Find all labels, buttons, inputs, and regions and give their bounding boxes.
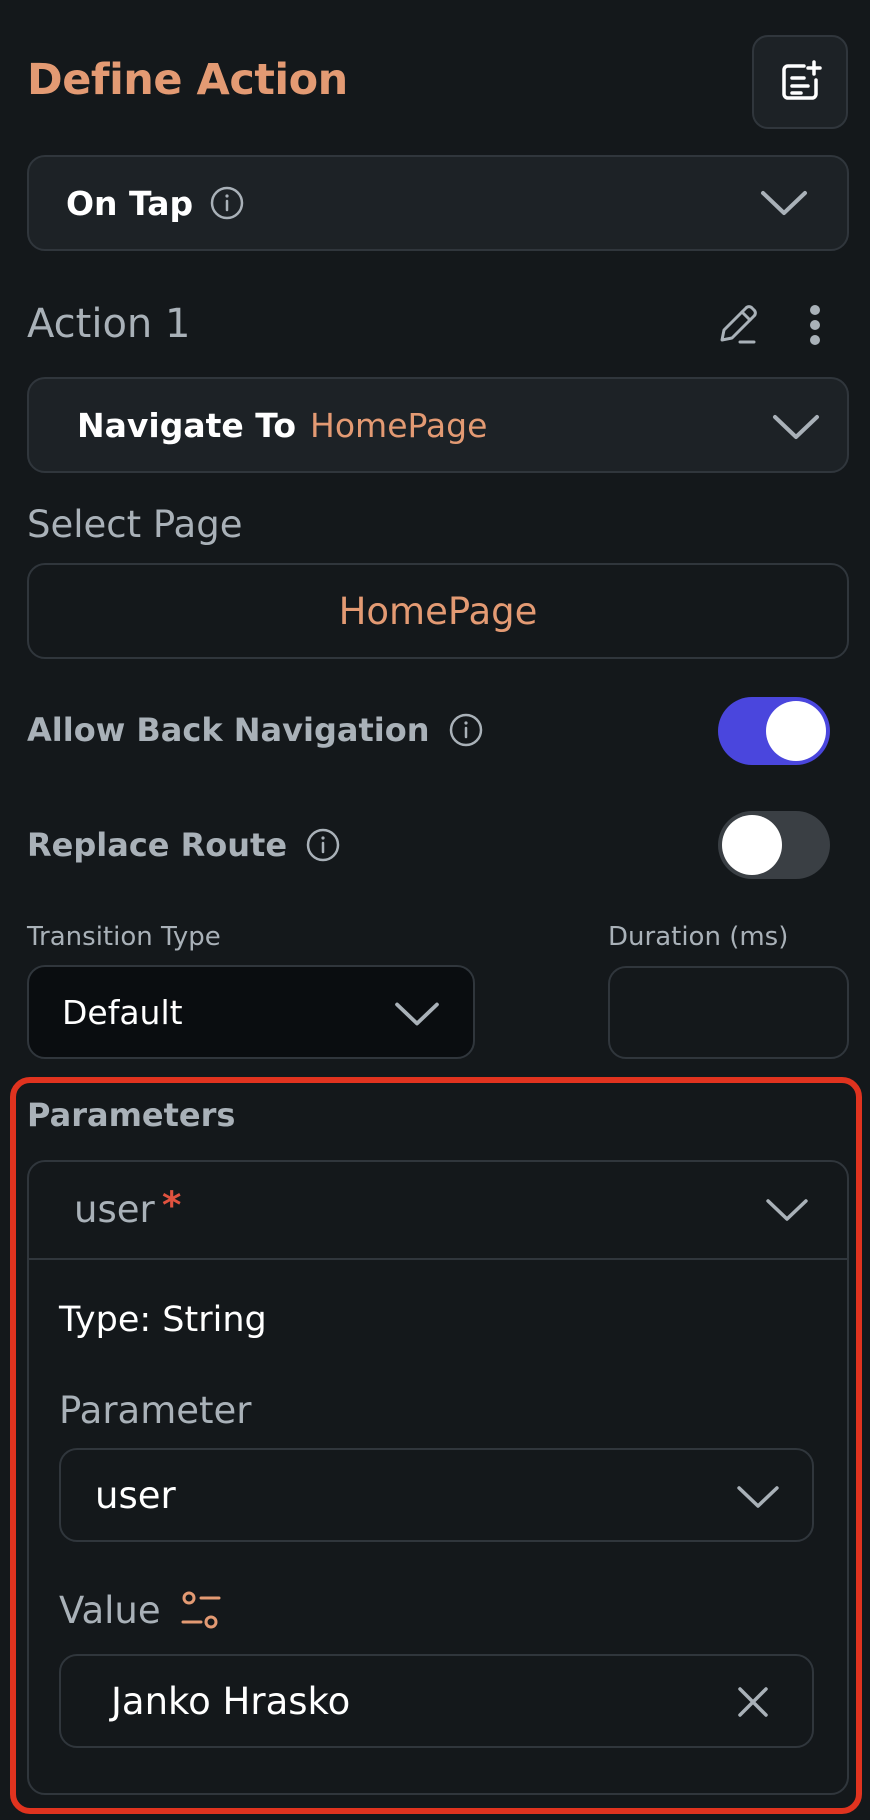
parameter-label: Parameter	[59, 1389, 252, 1432]
replace-route-label: Replace Route	[27, 826, 288, 864]
allow-back-row: Allow Back Navigation	[27, 711, 484, 749]
chevron-down-icon	[761, 191, 807, 215]
duration-input[interactable]	[608, 966, 849, 1059]
select-page-field[interactable]: HomePage	[27, 563, 849, 659]
info-icon[interactable]	[305, 827, 341, 863]
divider	[29, 1258, 847, 1260]
replace-route-toggle[interactable]	[718, 811, 830, 879]
parameter-dropdown[interactable]: user	[59, 1448, 814, 1542]
more-vertical-icon[interactable]	[800, 303, 830, 347]
trigger-label: On Tap	[66, 183, 194, 223]
transition-type-label: Transition Type	[27, 922, 221, 952]
add-note-icon	[782, 60, 822, 100]
chevron-down-icon	[766, 1199, 808, 1221]
pencil-icon[interactable]	[714, 300, 762, 348]
trigger-dropdown[interactable]: On Tap	[27, 155, 849, 251]
value-label: Value	[59, 1588, 161, 1632]
chevron-down-icon	[737, 1486, 779, 1508]
select-page-label: Select Page	[27, 503, 243, 546]
parameter-value: user	[95, 1473, 176, 1517]
value-label-row: Value	[59, 1588, 223, 1632]
parameter-type: Type: String	[59, 1300, 267, 1340]
parameter-name: user	[74, 1188, 155, 1231]
variable-settings-icon[interactable]	[179, 1588, 223, 1632]
page-title: Define Action	[27, 55, 348, 105]
transition-type-value: Default	[62, 992, 183, 1032]
toggle-knob	[722, 815, 782, 875]
action-type-dropdown[interactable]: Navigate To HomePage	[27, 377, 849, 473]
info-icon[interactable]	[448, 712, 484, 748]
select-page-value: HomePage	[338, 589, 538, 633]
info-icon[interactable]	[209, 185, 245, 221]
add-note-button[interactable]	[752, 35, 848, 129]
value-input[interactable]: Janko Hrasko	[59, 1654, 814, 1748]
toggle-knob	[766, 701, 826, 761]
parameters-title: Parameters	[27, 1096, 236, 1134]
allow-back-label: Allow Back Navigation	[27, 711, 430, 749]
action-title: Action 1	[27, 301, 191, 347]
chevron-down-icon	[773, 415, 819, 439]
chevron-down-icon	[395, 1002, 439, 1026]
replace-route-row: Replace Route	[27, 826, 341, 864]
parameter-header[interactable]: user *	[29, 1162, 847, 1258]
value-text: Janko Hrasko	[111, 1679, 351, 1723]
action-type-value: HomePage	[310, 405, 488, 445]
transition-type-dropdown[interactable]: Default	[27, 965, 475, 1059]
close-icon[interactable]	[735, 1684, 771, 1720]
allow-back-toggle[interactable]	[718, 697, 830, 765]
duration-label: Duration (ms)	[608, 922, 789, 952]
action-type-label: Navigate To	[77, 405, 297, 445]
required-mark: *	[162, 1184, 182, 1227]
